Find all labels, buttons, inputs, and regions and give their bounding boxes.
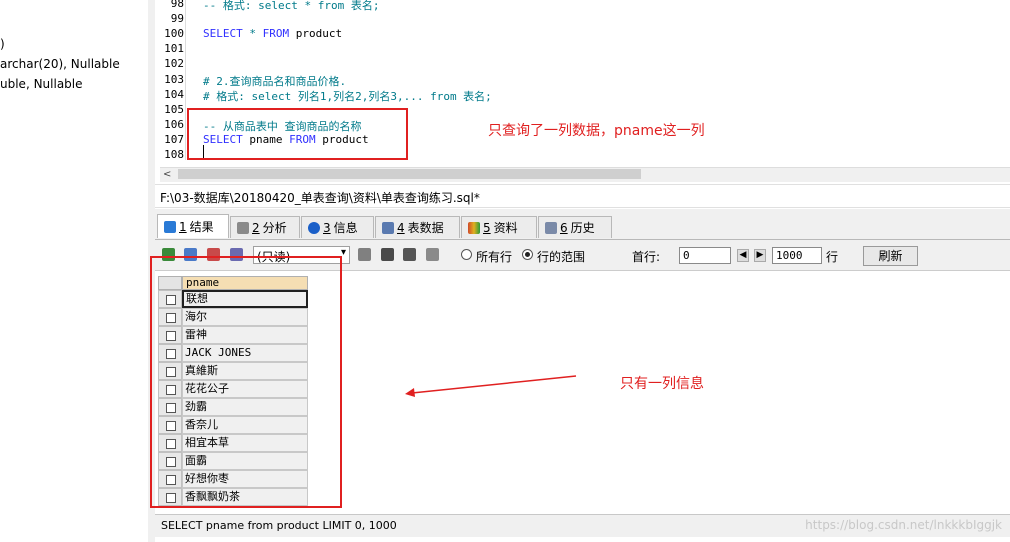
table-icon	[382, 221, 394, 234]
file-path: F:\03-数据库\20180420_单表查询\资料\单表查询练习.sql*	[160, 191, 480, 205]
status-query: SELECT pname from product LIMIT 0, 1000	[161, 519, 397, 532]
refresh-button[interactable]: 刷新	[863, 246, 918, 266]
code-token: *	[249, 27, 256, 41]
tab-number: 4	[397, 220, 405, 235]
tab-label: 历史	[570, 221, 595, 235]
code-token: SELECT	[203, 27, 243, 41]
annotation-note-result: 只有一列信息	[620, 376, 704, 392]
tab-label: 结果	[189, 220, 214, 234]
schema-line: uble, Nullable	[0, 77, 83, 91]
prev-page-icon[interactable]: ◀	[737, 249, 749, 262]
tab-label: 表数据	[407, 221, 444, 235]
chart-icon	[468, 221, 480, 234]
tab-results[interactable]: 1 结果	[157, 214, 229, 238]
code-line: # 格式: select 列名1,列名2,列名3,... from 表名;	[203, 88, 492, 104]
tab-info[interactable]: 3 信息	[301, 216, 374, 238]
annotation-note-query: 只查询了一列数据，pname这一列	[488, 123, 705, 139]
trash-icon[interactable]	[403, 248, 416, 261]
line-number: 106	[164, 117, 184, 131]
code-token: product	[289, 27, 343, 41]
rows-suffix: 行	[826, 250, 839, 264]
tab-label: 分析	[262, 221, 287, 235]
arrow-head	[405, 388, 415, 397]
row-count-input[interactable]	[772, 247, 822, 264]
line-number: 99	[170, 12, 184, 26]
radio-all-rows[interactable]	[461, 249, 472, 260]
tab-number: 5	[483, 220, 491, 235]
insert-row-icon[interactable]	[358, 248, 371, 261]
tab-number: 6	[560, 220, 568, 235]
annotation-arrow	[405, 375, 577, 397]
tab-history[interactable]: 6 历史	[538, 216, 612, 238]
scroll-left-icon[interactable]: <	[163, 169, 171, 180]
scrollbar-thumb[interactable]	[178, 169, 641, 179]
schema-line: )	[0, 37, 5, 51]
first-row-input[interactable]	[679, 247, 731, 264]
status-bar: SELECT pname from product LIMIT 0, 1000 …	[155, 514, 1010, 537]
code-token: -- 格式: select * from 表名;	[203, 0, 380, 12]
line-number: 100	[164, 27, 184, 41]
code-line: # 2.查询商品名和商品价格.	[203, 73, 346, 89]
grid-icon	[164, 220, 176, 233]
tab-analysis[interactable]: 2 分析	[230, 216, 300, 238]
line-number: 102	[164, 57, 184, 71]
line-number: 104	[164, 87, 184, 101]
code-line: -- 格式: select * from 表名;	[203, 0, 379, 13]
code-token: FROM	[262, 27, 290, 41]
tab-number: 1	[179, 219, 187, 234]
code-token: # 2.查询商品名和商品价格.	[203, 74, 347, 88]
radio-row-range[interactable]	[522, 249, 533, 260]
line-number: 108	[164, 148, 184, 161]
tab-label: 资料	[493, 221, 518, 235]
tab-profile[interactable]: 5 资料	[461, 216, 537, 238]
tab-label: 信息	[333, 221, 358, 235]
radio-range-label: 行的范围	[537, 250, 586, 264]
watermark: https://blog.csdn.net/lnkkkbIggjk	[805, 518, 1002, 532]
analysis-icon	[237, 221, 249, 234]
line-number: 98	[170, 0, 184, 10]
line-number: 107	[164, 132, 184, 146]
tab-number: 3	[323, 220, 331, 235]
calendar-icon	[545, 221, 557, 234]
file-path-bar: F:\03-数据库\20180420_单表查询\资料\单表查询练习.sql*	[155, 184, 1010, 208]
info-icon	[308, 221, 320, 234]
first-row-label: 首行:	[632, 250, 661, 264]
annotation-box-result	[150, 256, 342, 508]
code-line: SELECT * FROM product	[203, 27, 342, 40]
line-number: 103	[164, 72, 184, 86]
tab-table-data[interactable]: 4 表数据	[375, 216, 460, 238]
code-token: # 格式: select 列名1,列名2,列名3,... from 表名;	[203, 89, 492, 103]
line-number: 101	[164, 42, 184, 56]
schema-line: archar(20), Nullable	[0, 57, 120, 71]
arrow-line	[411, 375, 577, 394]
annotation-box-query	[187, 108, 408, 160]
tab-number: 2	[252, 220, 260, 235]
cancel-icon[interactable]	[426, 248, 439, 261]
line-number: 105	[164, 102, 184, 116]
save-icon[interactable]	[381, 248, 394, 261]
schema-pane: ) archar(20), Nullable uble, Nullable	[0, 0, 149, 542]
radio-all-label: 所有行	[476, 250, 513, 264]
next-page-icon[interactable]: ▶	[754, 249, 766, 262]
